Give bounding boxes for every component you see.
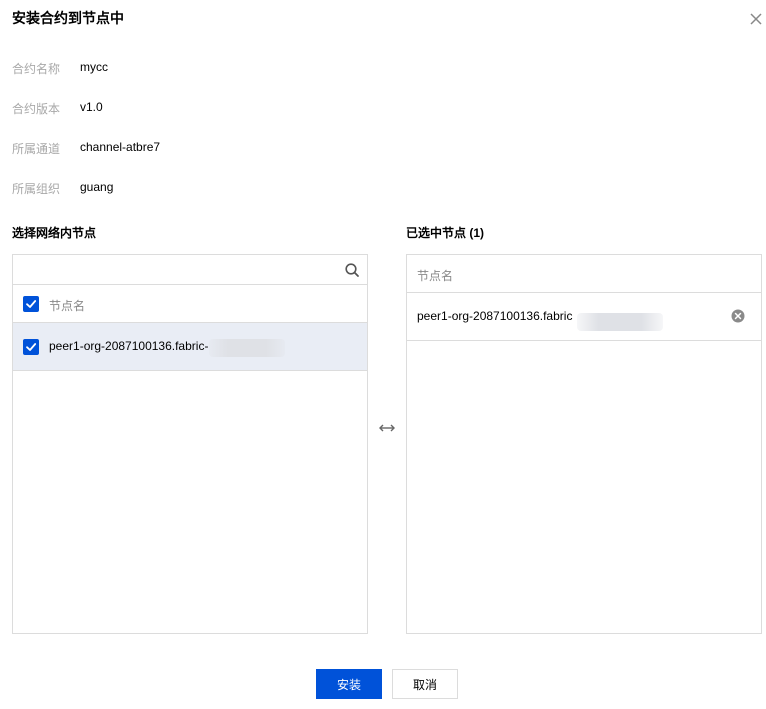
info-label: 合约名称 [12, 62, 61, 76]
item-checkbox[interactable] [23, 339, 39, 355]
transfer-icon [379, 421, 395, 435]
check-icon [26, 343, 37, 351]
info-value: channel-atbre7 [80, 140, 161, 154]
node-name: peer1-org-2087100136.fabric [417, 309, 573, 323]
select-all-checkbox[interactable] [23, 296, 39, 312]
info-value: v1.0 [80, 100, 103, 114]
list-item: peer1-org-2087100136.fabric [407, 293, 761, 341]
info-value: guang [80, 180, 114, 194]
column-header-node-name: 节点名 [49, 299, 86, 313]
right-panel-title: 已选中节点 (1) [406, 226, 485, 240]
info-label: 合约版本 [12, 102, 61, 116]
list-item[interactable]: peer1-org-2087100136.fabric- [13, 323, 367, 371]
check-icon [26, 300, 37, 308]
column-header-node-name: 节点名 [417, 269, 454, 283]
dialog-title: 安装合约到节点中 [12, 10, 124, 26]
redacted-text-mask [577, 313, 663, 331]
list-header: 节点名 [13, 285, 367, 323]
redacted-text-mask [209, 339, 285, 357]
info-value: mycc [80, 60, 108, 74]
search-bar [13, 255, 367, 285]
install-button[interactable]: 安装 [316, 669, 382, 699]
selected-node-list: 节点名 peer1-org-2087100136.fabric [406, 254, 762, 634]
remove-icon[interactable] [731, 309, 745, 323]
node-name: peer1-org-2087100136.fabric- [49, 339, 209, 353]
search-input[interactable] [13, 255, 333, 284]
info-label: 所属组织 [12, 182, 61, 196]
search-icon[interactable] [344, 262, 360, 278]
list-header: 节点名 [407, 255, 761, 293]
close-icon[interactable] [747, 10, 765, 28]
source-node-list: 节点名 peer1-org-2087100136.fabric- [12, 254, 368, 634]
cancel-button[interactable]: 取消 [392, 669, 458, 699]
info-label: 所属通道 [12, 142, 61, 156]
left-panel-title: 选择网络内节点 [12, 226, 97, 240]
